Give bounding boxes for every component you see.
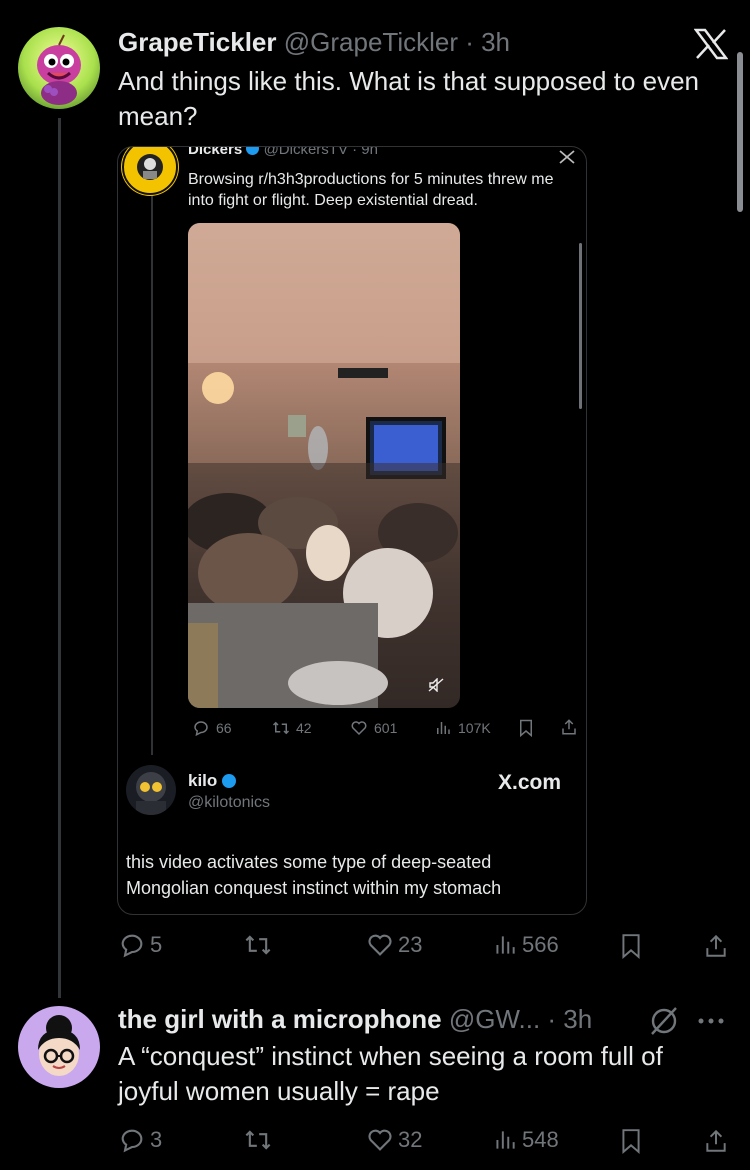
quoted-header: Dickers @DickersTV · 9h	[188, 146, 378, 159]
views-count: 548	[522, 1127, 559, 1152]
quoted-action-bar: 66 42 601 107K	[188, 717, 578, 741]
like-button[interactable]: 32	[366, 1126, 422, 1154]
tweet-meta: @DickersTV · 9h	[263, 146, 378, 158]
verified-badge-icon	[222, 774, 237, 788]
like-button[interactable]: 601	[350, 719, 397, 737]
reply-icon	[194, 721, 208, 737]
grape-character-icon	[37, 34, 81, 105]
tweet-meta[interactable]: @GW... · 3h	[449, 1004, 592, 1034]
bookmark-icon[interactable]	[518, 719, 534, 737]
share-icon[interactable]	[703, 932, 729, 960]
inner-scrollbar	[579, 243, 582, 409]
tweet-text: And things like this. What is that suppo…	[118, 66, 700, 131]
like-count: 601	[374, 720, 398, 736]
display-name: Dickers	[188, 146, 243, 158]
reply-text: this video activates some type of deep-s…	[126, 852, 502, 898]
like-count: 23	[398, 932, 423, 957]
avatar[interactable]	[18, 27, 100, 109]
views-button[interactable]: 107K	[434, 719, 491, 737]
verified-badge-icon	[246, 147, 260, 155]
reply-header: kilo	[188, 771, 237, 791]
neighborhood-watch-logo-icon	[122, 147, 178, 195]
display-name[interactable]: GrapeTickler	[118, 27, 277, 57]
reply-count: 66	[216, 720, 232, 736]
views-count: 107K	[458, 720, 491, 736]
views-button[interactable]: 566	[492, 931, 559, 959]
x-logo-icon	[559, 150, 575, 164]
views-icon	[496, 1131, 515, 1149]
tweet-text: A “conquest” instinct when seeing a room…	[118, 1041, 663, 1106]
views-count: 566	[522, 932, 559, 957]
avatar	[121, 147, 179, 196]
more-icon[interactable]	[696, 1016, 726, 1026]
reply-button[interactable]: 66	[192, 719, 232, 737]
thread-line	[58, 118, 61, 998]
repost-icon	[245, 1130, 271, 1150]
repost-icon	[272, 721, 290, 735]
tweet-header: GrapeTickler @GrapeTickler · 3h	[118, 27, 510, 57]
views-icon	[496, 936, 515, 954]
reply-button[interactable]: 3	[118, 1126, 162, 1154]
reply-count: 5	[150, 932, 163, 957]
quoted-text: Browsing r/h3h3productions for 5 minutes…	[188, 171, 554, 209]
reply-icon	[121, 934, 143, 958]
tweet-action-bar: 5 23 566	[118, 931, 734, 963]
display-name[interactable]: the girl with a microphone	[118, 1004, 442, 1034]
grok-icon[interactable]	[648, 1006, 680, 1036]
reply-count: 3	[150, 1127, 163, 1152]
video-thumbnail	[188, 223, 460, 708]
bookmark-icon[interactable]	[620, 1128, 642, 1154]
inner-thread-line	[151, 195, 153, 755]
avatar	[126, 765, 176, 815]
share-icon[interactable]	[560, 718, 578, 736]
like-icon	[368, 934, 392, 956]
like-button[interactable]: 23	[366, 931, 422, 959]
repost-count: 42	[296, 720, 312, 736]
repost-icon	[245, 935, 271, 955]
x-logo-icon[interactable]	[694, 28, 728, 60]
share-icon[interactable]	[703, 1127, 729, 1155]
repost-button[interactable]: 42	[272, 719, 312, 737]
views-icon	[437, 722, 450, 734]
bookmark-icon[interactable]	[620, 933, 642, 959]
like-icon	[368, 1129, 392, 1151]
repost-button[interactable]	[244, 1126, 276, 1154]
reply-icon	[121, 1129, 143, 1153]
reply-button[interactable]: 5	[118, 931, 162, 959]
like-count: 32	[398, 1127, 423, 1152]
handle: @kilotonics	[188, 794, 271, 811]
like-icon	[351, 721, 367, 736]
tweet-meta[interactable]: @GrapeTickler · 3h	[284, 27, 510, 57]
tweet-action-bar: 3 32 548	[118, 1126, 734, 1158]
embedded-screenshot[interactable]: Dickers @DickersTV · 9h Browsing r/h3h3p…	[117, 146, 587, 915]
scrollbar[interactable]	[737, 52, 743, 212]
source-label: X.com	[498, 771, 562, 794]
display-name: kilo	[188, 771, 218, 790]
tweet-header: the girl with a microphone @GW... · 3h	[118, 1004, 592, 1034]
avatar[interactable]	[18, 1006, 100, 1088]
mute-icon	[428, 678, 444, 692]
repost-button[interactable]	[244, 931, 276, 959]
views-button[interactable]: 548	[492, 1126, 559, 1154]
